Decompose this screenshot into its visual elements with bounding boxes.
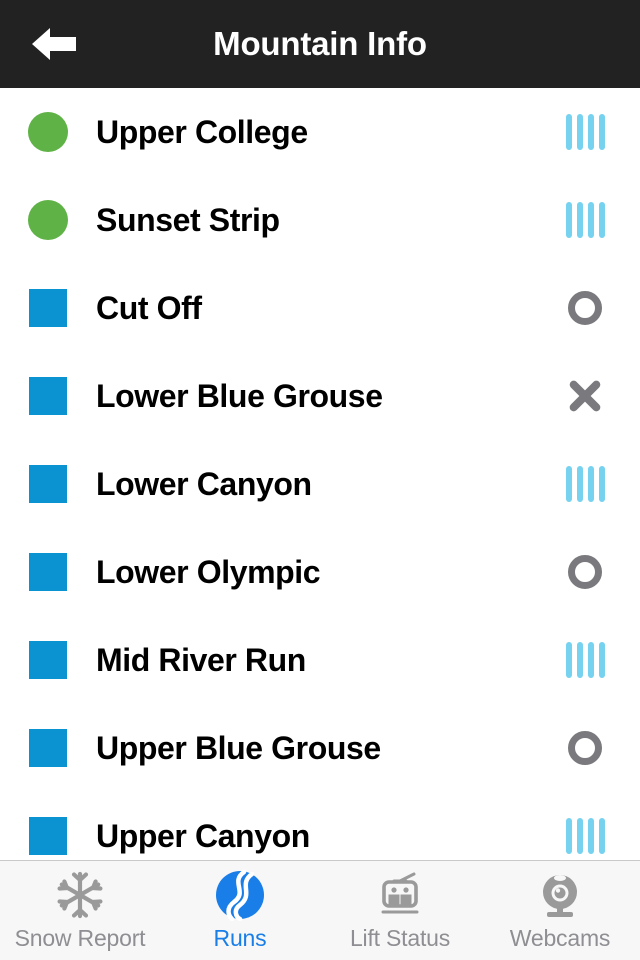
arrow-left-icon: [32, 28, 76, 60]
run-name: Lower Canyon: [96, 465, 312, 502]
blue-square-icon: [29, 817, 67, 855]
list-item[interactable]: Upper College: [0, 88, 640, 176]
tab-runs[interactable]: Runs: [160, 861, 320, 960]
list-item[interactable]: Lower Olympic: [0, 528, 640, 616]
closed-x-icon: [565, 376, 605, 416]
tab-webcams[interactable]: Webcams: [480, 861, 640, 960]
run-name: Lower Olympic: [96, 553, 321, 590]
difficulty-marker: [0, 729, 96, 767]
run-status: [530, 642, 640, 678]
page-title: Mountain Info: [213, 25, 427, 62]
open-circle-icon: [568, 291, 602, 325]
tab-label: Runs: [213, 925, 267, 951]
difficulty-marker: [0, 465, 96, 503]
groomed-icon: [565, 114, 605, 150]
open-circle-icon: [568, 555, 602, 589]
back-button[interactable]: [26, 18, 82, 70]
difficulty-marker: [0, 377, 96, 415]
run-name: Upper Canyon: [96, 817, 310, 854]
gondola-icon: [374, 869, 426, 921]
bottom-tab-bar: Snow Report Runs Lift Status Webcams: [0, 860, 640, 960]
blue-square-icon: [29, 289, 67, 327]
difficulty-marker: [0, 641, 96, 679]
blue-square-icon: [29, 641, 67, 679]
run-status: [530, 376, 640, 416]
list-item[interactable]: Cut Off: [0, 264, 640, 352]
blue-square-icon: [29, 553, 67, 591]
run-name: Mid River Run: [96, 641, 306, 678]
difficulty-marker: [0, 817, 96, 855]
run-status: [530, 114, 640, 150]
tab-label: Webcams: [509, 925, 611, 951]
green-circle-icon: [28, 112, 68, 152]
groomed-icon: [565, 818, 605, 854]
groomed-icon: [565, 642, 605, 678]
groomed-icon: [565, 202, 605, 238]
tab-lift-status[interactable]: Lift Status: [320, 861, 480, 960]
webcam-icon: [534, 869, 586, 921]
difficulty-marker: [0, 200, 96, 240]
run-name: Upper Blue Grouse: [96, 729, 381, 766]
snowflake-icon: [54, 869, 106, 921]
run-status: [530, 555, 640, 589]
mountain-info-screen: Mountain Info Upper College Sunset Strip…: [0, 0, 640, 960]
tab-label: Snow Report: [14, 925, 146, 951]
tab-snow-report[interactable]: Snow Report: [0, 861, 160, 960]
difficulty-marker: [0, 553, 96, 591]
run-status: [530, 291, 640, 325]
run-name: Sunset Strip: [96, 201, 280, 238]
list-item[interactable]: Sunset Strip: [0, 176, 640, 264]
blue-square-icon: [29, 729, 67, 767]
run-status: [530, 731, 640, 765]
blue-square-icon: [29, 377, 67, 415]
run-name: Upper College: [96, 113, 308, 150]
app-header: Mountain Info: [0, 0, 640, 88]
groomed-icon: [565, 466, 605, 502]
run-name: Lower Blue Grouse: [96, 377, 383, 414]
run-status: [530, 202, 640, 238]
list-item[interactable]: Lower Canyon: [0, 440, 640, 528]
difficulty-marker: [0, 289, 96, 327]
runs-list[interactable]: Upper College Sunset Strip Cut Off Lower…: [0, 88, 640, 860]
list-item[interactable]: Upper Canyon: [0, 792, 640, 860]
green-circle-icon: [28, 200, 68, 240]
list-item[interactable]: Lower Blue Grouse: [0, 352, 640, 440]
open-circle-icon: [568, 731, 602, 765]
run-name: Cut Off: [96, 289, 202, 326]
list-item[interactable]: Mid River Run: [0, 616, 640, 704]
difficulty-marker: [0, 112, 96, 152]
blue-square-icon: [29, 465, 67, 503]
tab-label: Lift Status: [349, 925, 451, 951]
run-status: [530, 818, 640, 854]
list-item[interactable]: Upper Blue Grouse: [0, 704, 640, 792]
run-status: [530, 466, 640, 502]
ski-tracks-icon: [214, 869, 266, 921]
